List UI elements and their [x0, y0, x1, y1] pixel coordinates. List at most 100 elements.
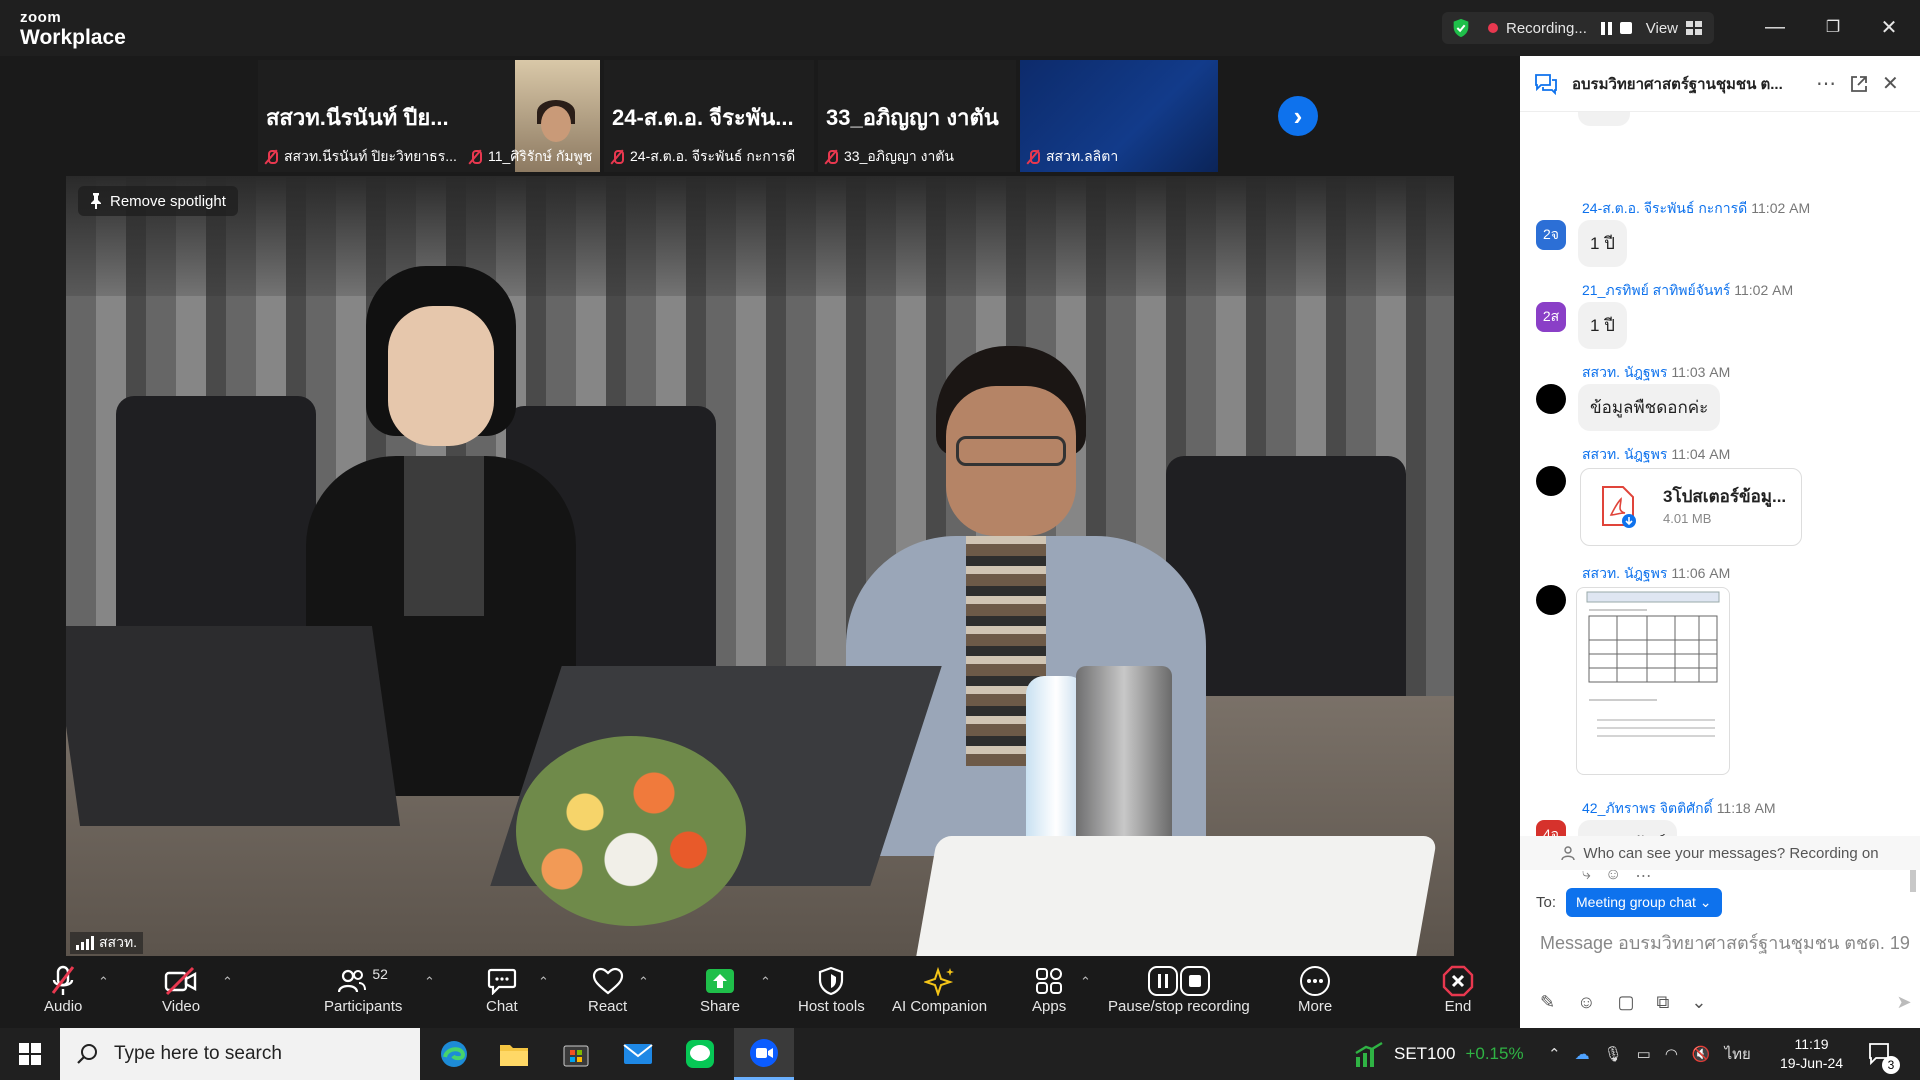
privacy-notice[interactable]: Who can see your messages? Recording on [1520, 836, 1920, 870]
image-attachment[interactable] [1576, 587, 1730, 775]
react-options-caret-icon[interactable]: ⌃ [638, 974, 649, 990]
notification-center[interactable]: 3 [1868, 1028, 1900, 1080]
sender-avatar[interactable]: 2จ [1536, 220, 1566, 250]
pin-icon [91, 193, 101, 209]
notification-count-badge: 3 [1882, 1056, 1900, 1074]
volume-muted-icon[interactable]: 🔇 [1692, 1045, 1711, 1063]
onedrive-cloud-icon[interactable]: ☁ [1575, 1045, 1590, 1063]
input-language[interactable]: ไทย [1725, 1042, 1751, 1066]
pause-recording-icon[interactable] [1600, 21, 1612, 35]
sender-name[interactable]: สสวท. นัฎฐพร [1582, 364, 1667, 380]
file-attachment[interactable]: 3โปสเตอร์ข้อมู... 4.01 MB [1580, 468, 1802, 546]
participant-tile[interactable]: สสวท.ลลิตา [1020, 60, 1218, 172]
apps-label: Apps [1032, 998, 1067, 1015]
participants-options-caret-icon[interactable]: ⌃ [424, 974, 435, 990]
ai-companion-button[interactable]: AI Companion [892, 964, 987, 1015]
react-label: React [588, 998, 628, 1015]
react-button[interactable]: React [588, 964, 627, 1015]
audio-button[interactable]: Audio [44, 964, 82, 1015]
participant-tile[interactable]: 33_อภิญญา งาตัน 33_อภิญญา งาตัน [818, 60, 1016, 172]
line-chat-icon [686, 1040, 714, 1068]
sender-name[interactable]: สสวท. นัฎฐพร [1582, 565, 1667, 581]
pdf-file-icon [1602, 486, 1636, 528]
microphone-icon[interactable]: 🎙 [1604, 1045, 1623, 1063]
popout-icon[interactable] [1850, 75, 1868, 93]
attach-file-icon[interactable]: ▢ [1617, 992, 1634, 1013]
sender-name[interactable]: 24-ส.ต.อ. จีระพันธ์ กะการดี [1582, 200, 1747, 216]
remove-spotlight-button[interactable]: Remove spotlight [78, 186, 238, 216]
meeting-controls: Audio ⌃ Video ⌃ 52 Participants ⌃ Chat ⌃… [0, 956, 1520, 1028]
minimize-button[interactable]: — [1760, 14, 1790, 40]
message-input[interactable]: Message อบรมวิทยาศาสตร์ฐานชุมชน ตชด. 19.… [1540, 928, 1910, 957]
apps-options-caret-icon[interactable]: ⌃ [1080, 974, 1091, 990]
sender-name[interactable]: สสวท. นัฎฐพร [1582, 446, 1667, 462]
message-bubble-partial [1578, 112, 1630, 126]
chat-options-caret-icon[interactable]: ⌃ [538, 974, 549, 990]
pause-stop-recording-button[interactable]: Pause/stop recording [1108, 964, 1250, 1015]
zoom-app[interactable] [734, 1028, 794, 1080]
audio-options-caret-icon[interactable]: ⌃ [98, 974, 109, 990]
sender-avatar[interactable]: 2ส [1536, 302, 1566, 332]
stock-widget[interactable]: SET100 +0.15% [1354, 1028, 1524, 1080]
chat-button[interactable]: Chat [486, 964, 518, 1015]
file-explorer-app[interactable] [484, 1028, 544, 1080]
restore-button[interactable]: ❐ [1818, 14, 1848, 40]
tile-name-text: 24-ส.ต.อ. จีระพันธ์ กะการดี [630, 148, 796, 164]
store-app[interactable] [546, 1028, 606, 1080]
start-button[interactable] [0, 1028, 60, 1080]
sender-avatar[interactable] [1536, 585, 1566, 615]
stop-recording-icon[interactable] [1619, 22, 1632, 34]
sender-name[interactable]: 21_ภรทิพย์ สาทิพย์จันทร์ [1582, 282, 1730, 298]
audio-label: Audio [44, 998, 83, 1015]
send-icon[interactable]: ➤ [1896, 992, 1911, 1013]
mail-app[interactable] [608, 1028, 668, 1080]
view-button[interactable]: View [1646, 20, 1702, 37]
participants-button[interactable]: 52 Participants [324, 964, 402, 1015]
emoji-icon[interactable]: ☺ [1577, 992, 1595, 1013]
sender-avatar[interactable] [1536, 384, 1566, 414]
host-tools-button[interactable]: Host tools [798, 964, 865, 1015]
video-button[interactable]: Video [162, 964, 200, 1015]
close-chat-icon[interactable]: ✕ [1882, 71, 1899, 96]
chat-more-icon[interactable]: ⋯ [1816, 71, 1836, 96]
mic-muted-icon [1026, 149, 1040, 165]
close-window-button[interactable]: ✕ [1874, 14, 1904, 40]
taskbar-search[interactable]: Type here to search [60, 1028, 420, 1080]
apps-button[interactable]: Apps [1032, 964, 1066, 1015]
sender-avatar[interactable] [1536, 466, 1566, 496]
share-options-caret-icon[interactable]: ⌃ [760, 974, 771, 990]
mic-muted-icon [824, 149, 838, 165]
message-header: สสวท. นัฎฐพร 11:03 AM [1582, 362, 1730, 384]
more-button[interactable]: More [1298, 964, 1332, 1015]
battery-icon[interactable]: ▭ [1637, 1045, 1651, 1063]
format-text-icon[interactable]: ✎ [1540, 992, 1555, 1013]
wifi-icon[interactable]: ◠ [1665, 1045, 1678, 1063]
zoom-app-icon [750, 1038, 778, 1067]
tile-name-label: สสวท.ลลิตา [1026, 146, 1118, 168]
line-app[interactable] [670, 1028, 730, 1080]
message-time: 11:02 AM [1751, 200, 1811, 216]
participant-tile[interactable]: สสวท.นีรนันท์ ปีย... สสวท.นีรนันท์ ปิยะว… [258, 60, 600, 172]
recipient-select[interactable]: Meeting group chat ⌄ [1566, 888, 1722, 917]
composer-toolbar: ✎ ☺ ▢ ⧉ ⌄ ➤ [1540, 992, 1912, 1013]
tile-name-text: 33_อภิญญา งาตัน [844, 148, 954, 164]
edge-browser-icon [441, 1041, 467, 1067]
sender-name[interactable]: 42_ภัทราพร จิตติศักดิ์ [1582, 800, 1713, 816]
gallery-next-button[interactable]: › [1278, 96, 1318, 136]
more-options-chevron-icon[interactable]: ⌄ [1691, 992, 1706, 1013]
video-options-caret-icon[interactable]: ⌃ [222, 974, 233, 990]
pause-stop-recording-label: Pause/stop recording [1108, 998, 1250, 1015]
store-icon [563, 1045, 589, 1067]
screenshot-icon[interactable]: ⧉ [1657, 992, 1670, 1013]
windows-taskbar: Type here to search SET100 +0.15% ⌃ ☁ 🎙 … [0, 1028, 1920, 1080]
message-bubble: 1 ปี [1578, 302, 1627, 349]
chevron-up-icon[interactable]: ⌃ [1548, 1045, 1561, 1063]
end-meeting-button[interactable]: End [1442, 964, 1474, 1015]
clock[interactable]: 11:19 19-Jun-24 [1780, 1028, 1843, 1080]
share-screen-button[interactable]: Share [700, 964, 740, 1015]
message-header: สสวท. นัฎฐพร 11:04 AM [1582, 444, 1730, 466]
participant-tile[interactable]: 24-ส.ต.อ. จีระพัน... 24-ส.ต.อ. จีระพันธ์… [604, 60, 814, 172]
security-shield-icon[interactable] [1450, 17, 1472, 39]
message-time: 11:03 AM [1671, 364, 1731, 380]
edge-app[interactable] [424, 1028, 484, 1080]
